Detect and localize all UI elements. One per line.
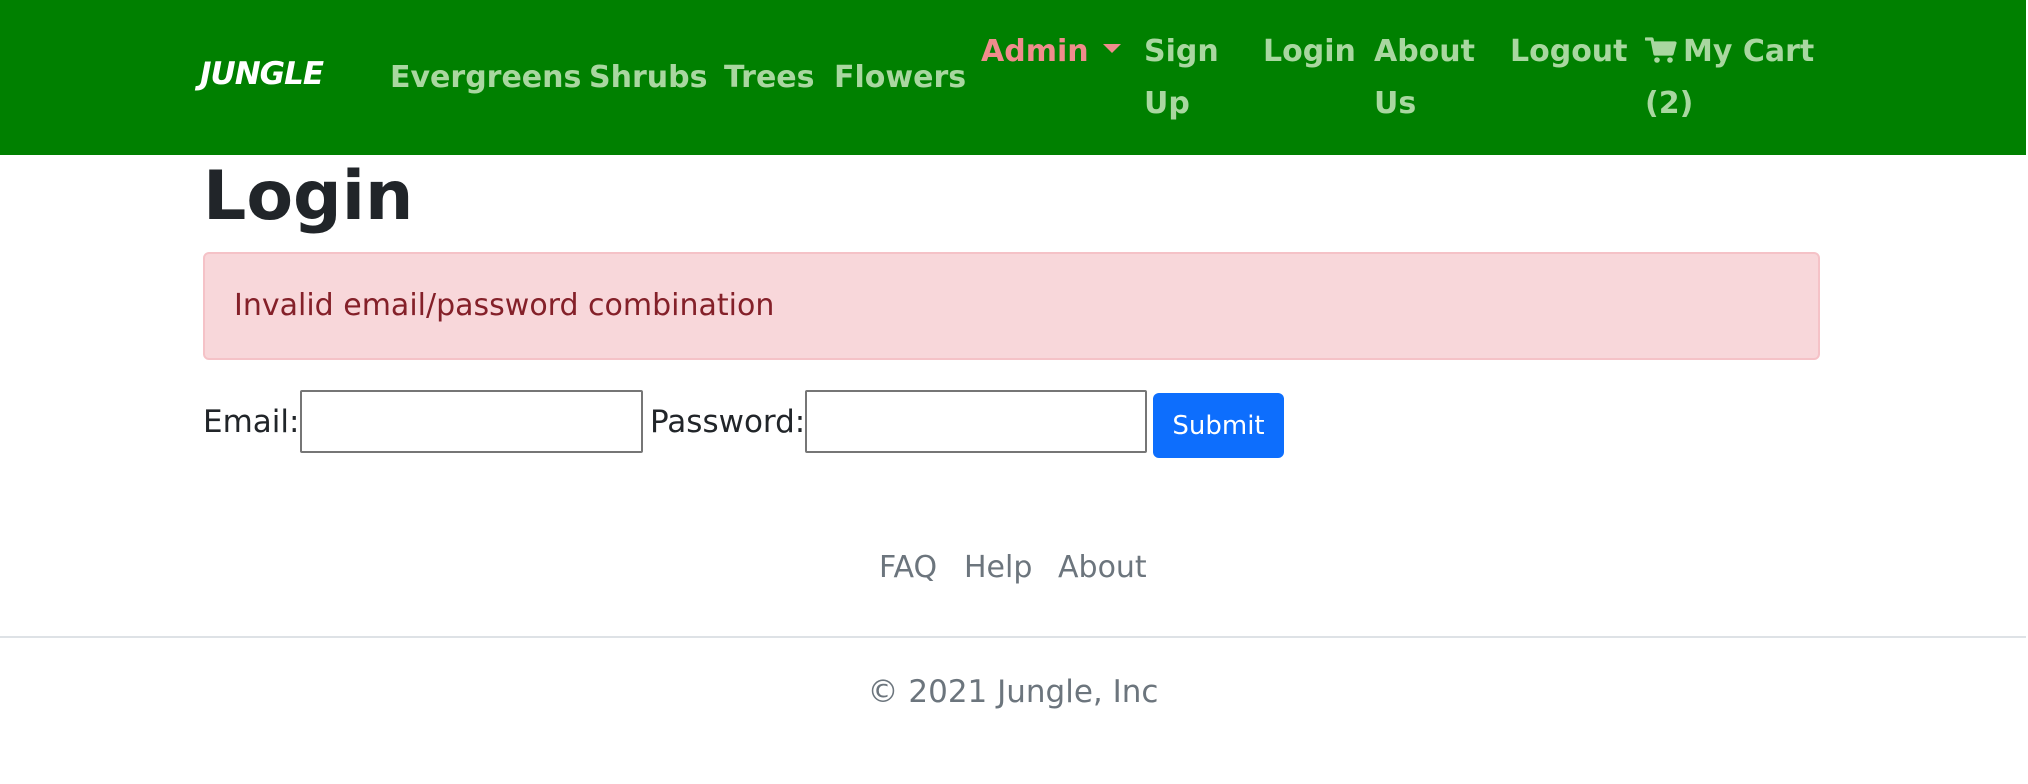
nav-sign-up-line1: Sign — [1144, 34, 1219, 69]
copyright-text: © 2021 Jungle, Inc — [867, 674, 1159, 710]
footer-divider — [0, 636, 2026, 638]
nav-link-login[interactable]: Login — [1263, 26, 1356, 78]
nav-link-my-cart[interactable]: My Cart (2) — [1645, 26, 1814, 130]
brand-logo[interactable]: JUNGLE — [200, 52, 324, 96]
error-alert-text: Invalid email/password combination — [234, 288, 775, 323]
nav-link-about-us[interactable]: About Us — [1374, 26, 1475, 130]
footer-link-help[interactable]: Help — [964, 548, 1032, 588]
navbar: JUNGLE Evergreens Shrubs Trees Flowers A… — [0, 0, 2026, 155]
nav-link-logout[interactable]: Logout — [1510, 26, 1628, 78]
nav-my-cart-line1: My Cart — [1683, 34, 1815, 69]
email-label: Email: — [203, 404, 300, 440]
shopping-cart-icon — [1645, 36, 1677, 64]
footer-link-about[interactable]: About — [1058, 548, 1147, 588]
nav-link-flowers[interactable]: Flowers — [834, 52, 966, 104]
page-title: Login — [203, 157, 414, 236]
nav-link-evergreens[interactable]: Evergreens — [390, 52, 581, 104]
nav-link-trees[interactable]: Trees — [724, 52, 815, 104]
nav-link-shrubs[interactable]: Shrubs — [589, 52, 707, 104]
nav-my-cart-line2: (2) — [1645, 86, 1694, 121]
error-alert: Invalid email/password combination — [203, 252, 1820, 360]
password-label: Password: — [650, 404, 806, 440]
footer-link-faq[interactable]: FAQ — [879, 548, 937, 588]
nav-sign-up-line2: Up — [1144, 86, 1190, 121]
nav-about-us-line1: About — [1374, 34, 1476, 69]
nav-admin-label: Admin — [981, 34, 1089, 69]
nav-about-us-line2: Us — [1374, 86, 1417, 121]
password-field[interactable] — [805, 390, 1147, 453]
nav-link-sign-up[interactable]: Sign Up — [1144, 26, 1219, 130]
submit-button[interactable]: Submit — [1153, 393, 1284, 458]
caret-down-icon — [1102, 44, 1121, 53]
nav-admin-dropdown[interactable]: Admin — [981, 26, 1121, 78]
email-field[interactable] — [300, 390, 643, 453]
